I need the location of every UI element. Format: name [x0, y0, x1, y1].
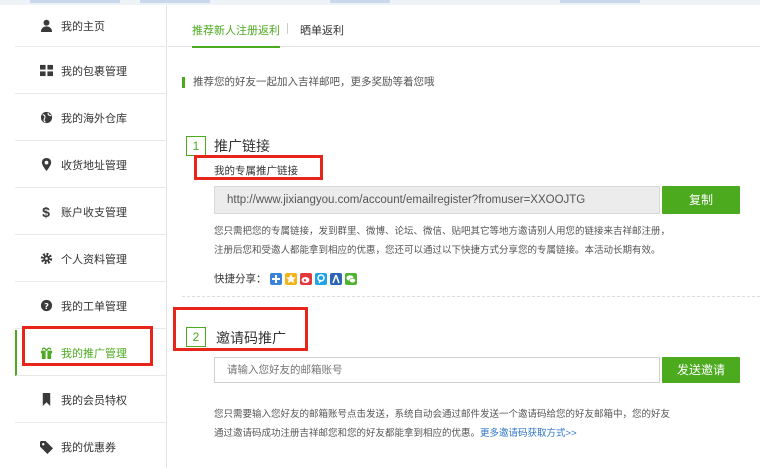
sidebar-item-account[interactable]: $ 账户收支管理 [15, 189, 167, 235]
sidebar-item-membership[interactable]: 我的会员特权 [15, 377, 167, 423]
sidebar-item-label: 我的优惠券 [61, 442, 116, 454]
sidebar-item-label: 我的海外仓库 [61, 112, 127, 125]
sidebar-item-label: 账户收支管理 [61, 206, 127, 219]
dollar-icon: $ [42, 203, 50, 220]
friend-email-input[interactable] [214, 357, 660, 383]
sidebar-item-warehouse[interactable]: 我的海外仓库 [15, 95, 167, 141]
share-label: 快捷分享： [214, 273, 267, 285]
tab-bar: 推荐新人注册返利 晒单返利 [168, 17, 760, 48]
invite-description: 您只需要输入您好友的邮箱账号点击发送，系统自动会通过邮件发送一个邀请码给您的好友… [214, 409, 671, 439]
share-weibo-icon[interactable] [299, 272, 312, 285]
intro-text: 推荐您的好友一起加入吉祥邮吧，更多奖励等着您哦 [182, 77, 435, 88]
copy-button[interactable]: 复制 [662, 186, 740, 214]
tab-share-order[interactable]: 晒单返利 [300, 22, 344, 38]
share-renren-icon[interactable] [329, 272, 342, 285]
sidebar-item-label: 我的工单管理 [61, 300, 127, 313]
sidebar-item-label: 我的会员特权 [61, 394, 127, 407]
main-content: 推荐新人注册返利 晒单返利 推荐您的好友一起加入吉祥邮吧，更多奖励等着您哦 1 … [168, 5, 760, 468]
section-1-title: 推广链接 [214, 138, 270, 154]
sidebar-item-label: 我的主页 [61, 20, 105, 33]
map-pin-icon [39, 158, 53, 172]
share-tencent-weibo-icon[interactable] [314, 272, 327, 285]
user-icon [39, 19, 53, 33]
quick-share: 快捷分享： [214, 271, 357, 286]
section-divider [182, 296, 760, 297]
section-1-number: 1 [186, 136, 206, 156]
sidebar-item-home[interactable]: 我的主页 [15, 5, 167, 47]
globe-icon [39, 111, 53, 125]
grid-icon [39, 64, 53, 78]
sidebar-item-packages[interactable]: 我的包裹管理 [15, 48, 167, 94]
bookmark-icon [39, 393, 53, 407]
highlight-box-promotion [22, 326, 153, 366]
referral-link-field[interactable]: http://www.jixiangyou.com/account/emailr… [214, 186, 660, 214]
sidebar-item-coupons[interactable]: 我的优惠券 [15, 424, 167, 468]
share-wechat-icon[interactable] [344, 272, 357, 285]
sidebar-item-addresses[interactable]: 收货地址管理 [15, 142, 167, 188]
svg-text:?: ? [44, 301, 49, 311]
gear-icon [39, 252, 53, 266]
highlight-box-invite-code [173, 307, 308, 351]
link-description: 您只需把您的专属链接，发到群里、微博、论坛、微信、贴吧其它等地方邀请别人用您的链… [214, 226, 671, 256]
highlight-box-link-label [194, 155, 323, 180]
sidebar-item-tickets[interactable]: ? 我的工单管理 [15, 283, 167, 329]
share-plus-icon[interactable] [269, 272, 282, 285]
sidebar-item-label: 收货地址管理 [61, 159, 127, 172]
sidebar-item-profile[interactable]: 个人资料管理 [15, 236, 167, 282]
sidebar-item-label: 我的包裹管理 [61, 65, 127, 78]
sidebar: 我的主页 我的包裹管理 我的海外仓库 收货地址管理 $ 账户收支管理 个人资料管… [15, 5, 167, 468]
question-icon: ? [39, 299, 53, 313]
tag-icon [39, 440, 53, 454]
send-invite-button[interactable]: 发送邀请 [662, 357, 740, 383]
more-invite-methods-link[interactable]: 更多邀请码获取方式>> [480, 428, 577, 439]
tab-divider [287, 23, 288, 34]
sidebar-item-label: 个人资料管理 [61, 253, 127, 266]
tab-referral-signup[interactable]: 推荐新人注册返利 [192, 22, 280, 48]
share-qzone-icon[interactable] [284, 272, 297, 285]
